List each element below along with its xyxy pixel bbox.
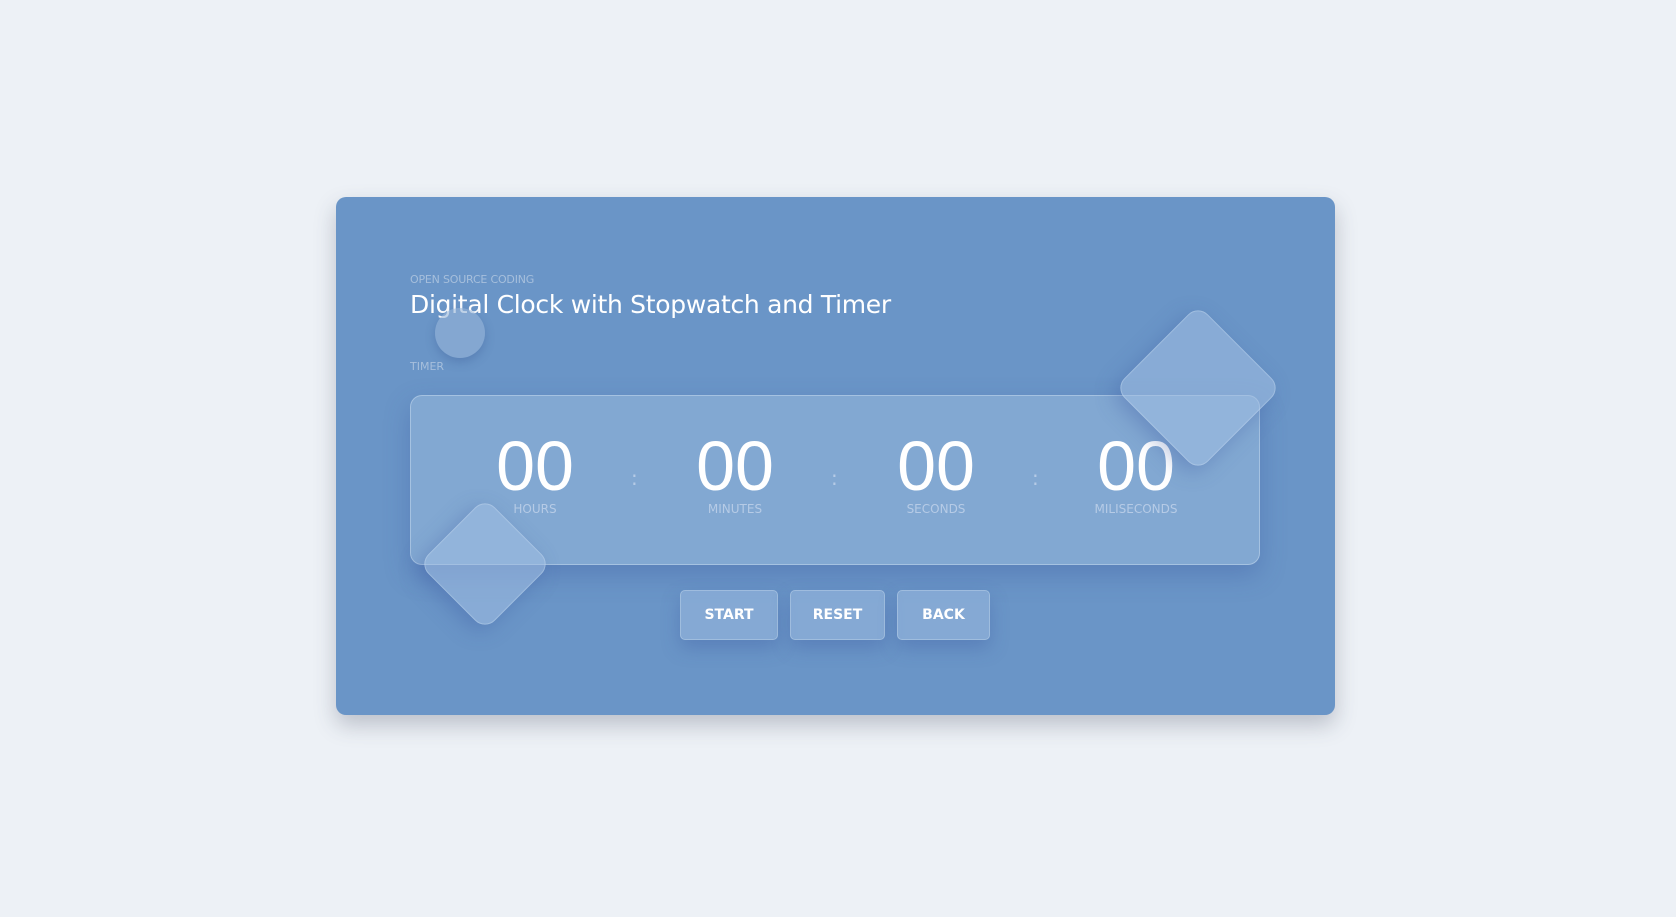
reset-button[interactable]: RESET: [790, 590, 885, 640]
seconds-label: SECONDS: [906, 502, 966, 516]
page-title: Digital Clock with Stopwatch and Timer: [410, 290, 891, 319]
hours-unit: 00 HOURS: [455, 426, 615, 516]
milliseconds-label: MILISECONDS: [1094, 502, 1178, 516]
seconds-value: 00: [897, 427, 975, 505]
minutes-label: MINUTES: [707, 502, 763, 516]
hours-value: 00: [496, 427, 574, 505]
brand-subtitle: OPEN SOURCE CODING: [410, 273, 535, 286]
section-label: TIMER: [410, 360, 445, 373]
back-button[interactable]: BACK: [897, 590, 990, 640]
timer-display: 00 HOURS : 00 MINUTES : 00 SECONDS : 00 MILI…: [410, 395, 1260, 565]
separator: :: [1032, 466, 1039, 490]
separator: :: [631, 466, 638, 490]
seconds-unit: 00 SECONDS: [856, 426, 1016, 516]
minutes-unit: 00 MINUTES: [655, 426, 815, 516]
minutes-value: 00: [696, 427, 774, 505]
decorative-circle: [435, 308, 485, 358]
button-row: START RESET BACK: [680, 590, 990, 640]
separator: :: [831, 466, 838, 490]
clock-card: OPEN SOURCE CODING Digital Clock with St…: [336, 197, 1335, 715]
start-button[interactable]: START: [680, 590, 778, 640]
